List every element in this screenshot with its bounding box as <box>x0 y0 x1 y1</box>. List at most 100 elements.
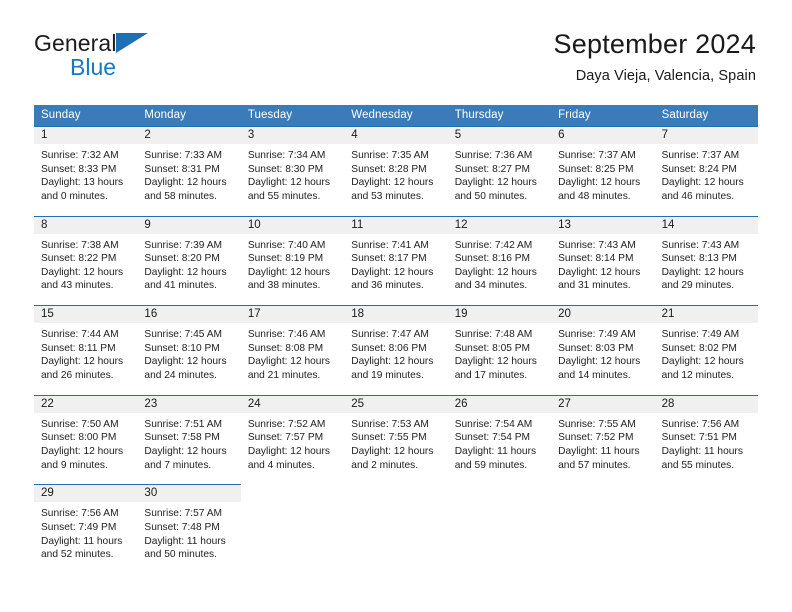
sunset-text: Sunset: 7:48 PM <box>144 521 220 533</box>
daylight-text-line2: and 38 minutes. <box>247 280 321 292</box>
calendar-day-cell[interactable]: 4 Sunrise: 7:35 AM Sunset: 8:28 PM Daylight… <box>344 126 448 216</box>
calendar-day-cell[interactable]: 12 Sunrise: 7:42 AM Sunset: 8:16 PM Dayligh… <box>447 215 552 306</box>
calendar-day-cell[interactable]: 9 Sunrise: 7:39 AM Sunset: 8:20 PM Daylight… <box>137 215 241 306</box>
day-number: 20 <box>558 308 571 321</box>
day-number-band: 25 <box>344 394 448 413</box>
calendar-day-cell[interactable]: 8 Sunrise: 7:38 AM Sunset: 8:22 PM Daylight… <box>34 215 138 306</box>
sunset-text: Sunset: 8:22 PM <box>41 253 117 265</box>
day-details: Sunrise: 7:36 AM Sunset: 8:27 PM Daylight:… <box>448 144 551 203</box>
day-details: Sunrise: 7:47 AM Sunset: 8:06 PM Daylight:… <box>344 323 447 382</box>
day-number: 14 <box>661 218 675 231</box>
daylight-text-line2: and 2 minutes. <box>351 459 419 471</box>
weekday-wednesday: Wednesday <box>351 109 413 121</box>
calendar-day-cell[interactable]: 18 Sunrise: 7:47 AM Sunset: 8:06 PM Dayligh… <box>344 305 448 395</box>
day-number-band: 8 <box>34 215 138 234</box>
sunset-text: Sunset: 8:02 PM <box>661 342 737 354</box>
calendar-day-cell[interactable]: 17 Sunrise: 7:46 AM Sunset: 8:08 PM Dayligh… <box>240 305 345 395</box>
daylight-text-line2: and 55 minutes. <box>247 190 321 202</box>
sunset-text: Sunset: 8:28 PM <box>351 163 427 175</box>
calendar-day-cell[interactable]: 23 Sunrise: 7:51 AM Sunset: 7:58 PM Dayligh… <box>137 394 241 485</box>
calendar-day-cell[interactable]: 22 Sunrise: 7:50 AM Sunset: 8:00 PM Dayligh… <box>34 394 138 485</box>
calendar-day-cell[interactable]: 6 Sunrise: 7:37 AM Sunset: 8:25 PM Daylight… <box>551 126 655 216</box>
calendar-day-cell[interactable]: 25 Sunrise: 7:53 AM Sunset: 7:55 PM Dayligh… <box>344 394 448 485</box>
sunset-text: Sunset: 8:10 PM <box>144 342 220 354</box>
daylight-text-line1: Daylight: 12 hours <box>247 266 330 278</box>
calendar-day-cell[interactable]: 24 Sunrise: 7:52 AM Sunset: 7:57 PM Dayligh… <box>240 394 345 485</box>
calendar-day-cell[interactable]: 26 Sunrise: 7:54 AM Sunset: 7:54 PM Dayligh… <box>447 394 552 485</box>
sunset-text: Sunset: 8:27 PM <box>454 163 531 175</box>
day-number: 27 <box>558 397 571 410</box>
day-number-band <box>344 484 447 502</box>
day-number-band: 3 <box>240 126 345 144</box>
calendar-day-cell[interactable]: 27 Sunrise: 7:55 AM Sunset: 7:52 PM Dayligh… <box>551 394 655 485</box>
day-number-band: 27 <box>551 394 655 413</box>
day-details: Sunrise: 7:43 AM Sunset: 8:14 PM Daylight:… <box>551 234 654 293</box>
day-number: 24 <box>247 397 261 410</box>
calendar-day-cell[interactable]: 28 Sunrise: 7:56 AM Sunset: 7:51 PM Dayligh… <box>654 394 758 485</box>
sunset-text: Sunset: 8:30 PM <box>247 163 324 175</box>
daylight-text-line2: and 36 minutes. <box>351 280 424 292</box>
calendar-day-cell[interactable]: 19 Sunrise: 7:48 AM Sunset: 8:05 PM Dayligh… <box>447 305 552 395</box>
calendar-day-cell[interactable]: 30 Sunrise: 7:57 AM Sunset: 7:48 PM Dayligh… <box>137 484 241 574</box>
sunrise-text: Sunrise: 7:47 AM <box>351 329 429 341</box>
day-number-band: 2 <box>137 126 241 144</box>
daylight-text-line1: Daylight: 12 hours <box>247 356 330 368</box>
sunrise-text: Sunrise: 7:34 AM <box>247 150 326 161</box>
day-details: Sunrise: 7:32 AM Sunset: 8:33 PM Daylight:… <box>34 144 137 203</box>
day-number-band <box>551 484 654 502</box>
day-number: 5 <box>454 129 462 141</box>
daylight-text-line1: Daylight: 12 hours <box>351 177 434 189</box>
day-details: Sunrise: 7:54 AM Sunset: 7:54 PM Daylight:… <box>448 413 551 472</box>
day-details: Sunrise: 7:33 AM Sunset: 8:31 PM Daylight:… <box>137 144 240 203</box>
sunrise-text: Sunrise: 7:37 AM <box>558 150 636 161</box>
calendar-day-cell[interactable]: 29 Sunrise: 7:56 AM Sunset: 7:49 PM Dayligh… <box>34 484 138 574</box>
daylight-text-line2: and 21 minutes. <box>247 369 321 381</box>
sunrise-text: Sunrise: 7:53 AM <box>351 418 429 430</box>
calendar-week-row: 15 Sunrise: 7:44 AM Sunset: 8:11 PM Dayligh… <box>34 305 758 395</box>
calendar-day-cell[interactable]: 3 Sunrise: 7:34 AM Sunset: 8:30 PM Daylight… <box>240 126 345 216</box>
day-number: 21 <box>661 308 675 321</box>
weekday-header-row: Sunday Monday Tuesday Wednesday Thursday… <box>34 105 758 126</box>
logo-text-blue: Blue <box>70 54 117 80</box>
daylight-text-line1: Daylight: 12 hours <box>558 266 641 278</box>
day-number-band: 18 <box>344 305 448 324</box>
calendar-day-cell[interactable]: 15 Sunrise: 7:44 AM Sunset: 8:11 PM Dayligh… <box>34 305 138 395</box>
daylight-text-line1: Daylight: 12 hours <box>661 356 744 368</box>
day-number: 12 <box>454 218 468 231</box>
daylight-text-line1: Daylight: 12 hours <box>144 445 227 457</box>
generalblue-logo[interactable]: General Blue <box>34 30 148 80</box>
sunset-text: Sunset: 7:57 PM <box>247 432 324 444</box>
calendar-day-cell[interactable]: 16 Sunrise: 7:45 AM Sunset: 8:10 PM Dayligh… <box>137 305 241 395</box>
day-number: 2 <box>144 129 151 141</box>
calendar-day-cell[interactable]: 1 Sunrise: 7:32 AM Sunset: 8:33 PM Daylight… <box>34 126 138 216</box>
sunrise-text: Sunrise: 7:56 AM <box>41 508 119 520</box>
calendar-day-cell[interactable]: 11 Sunrise: 7:41 AM Sunset: 8:17 PM Dayligh… <box>344 215 448 306</box>
calendar-day-cell[interactable]: 13 Sunrise: 7:43 AM Sunset: 8:14 PM Dayligh… <box>551 215 655 306</box>
day-details: Sunrise: 7:49 AM Sunset: 8:02 PM Daylight:… <box>655 323 758 382</box>
sunrise-text: Sunrise: 7:43 AM <box>558 239 636 251</box>
calendar-day-cell[interactable]: 10 Sunrise: 7:40 AM Sunset: 8:19 PM Dayligh… <box>240 215 345 306</box>
daylight-text-line1: Daylight: 12 hours <box>351 266 434 278</box>
day-number-band: 15 <box>34 305 138 324</box>
calendar-day-cell[interactable]: 5 Sunrise: 7:36 AM Sunset: 8:27 PM Daylight… <box>447 126 552 216</box>
weekday-friday: Friday <box>558 109 591 121</box>
calendar-day-cell[interactable]: 21 Sunrise: 7:49 AM Sunset: 8:02 PM Dayligh… <box>654 305 758 395</box>
calendar-day-cell[interactable]: 14 Sunrise: 7:43 AM Sunset: 8:13 PM Dayligh… <box>654 215 758 306</box>
day-details: Sunrise: 7:42 AM Sunset: 8:16 PM Daylight:… <box>448 234 551 293</box>
day-number: 9 <box>144 218 151 231</box>
calendar-day-cell[interactable]: 7 Sunrise: 7:37 AM Sunset: 8:24 PM Daylight… <box>654 126 758 216</box>
sunset-text: Sunset: 8:24 PM <box>661 163 737 175</box>
daylight-text-line2: and 19 minutes. <box>351 369 424 381</box>
daylight-text-line2: and 53 minutes. <box>351 190 424 202</box>
day-details: Sunrise: 7:46 AM Sunset: 8:08 PM Daylight:… <box>241 323 344 382</box>
daylight-text-line1: Daylight: 12 hours <box>144 266 227 278</box>
daylight-text-line1: Daylight: 12 hours <box>661 266 744 278</box>
calendar-day-cell[interactable]: 2 Sunrise: 7:33 AM Sunset: 8:31 PM Daylight… <box>137 126 241 216</box>
daylight-text-line2: and 24 minutes. <box>144 369 217 381</box>
day-number: 19 <box>454 308 468 321</box>
calendar-day-cell[interactable]: 20 Sunrise: 7:49 AM Sunset: 8:03 PM Dayligh… <box>551 305 655 395</box>
day-details: Sunrise: 7:55 AM Sunset: 7:52 PM Daylight:… <box>551 413 654 472</box>
day-number-band: 24 <box>240 394 345 413</box>
day-number-band: 28 <box>654 394 758 413</box>
day-details: Sunrise: 7:49 AM Sunset: 8:03 PM Daylight:… <box>551 323 654 382</box>
